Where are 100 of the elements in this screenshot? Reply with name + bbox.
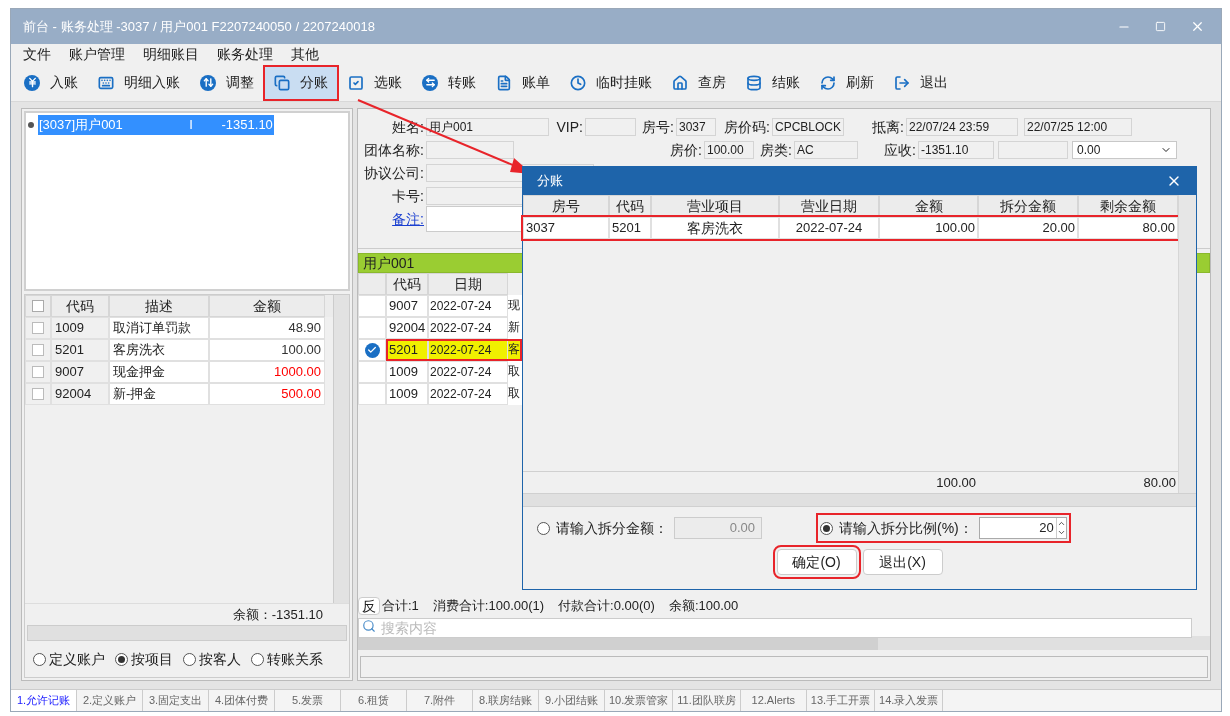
input-field[interactable]: 22/07/25 12:00: [1024, 118, 1132, 136]
yen-icon: [24, 74, 40, 91]
coins-icon: [746, 74, 762, 91]
checkbox[interactable]: [32, 322, 44, 334]
balance-text: 余额：-1351.10: [232, 605, 323, 624]
input-field[interactable]: AC: [794, 141, 858, 159]
clock-icon: [570, 74, 586, 91]
table-cell: 5201: [609, 217, 651, 239]
bottom-tab[interactable]: 1.允许记账: [11, 690, 77, 711]
radio-option[interactable]: 定义账户: [33, 648, 105, 670]
toolbar-button[interactable]: 入账: [15, 66, 87, 99]
bottom-tab[interactable]: 3.固定支出: [143, 690, 209, 711]
radio-button[interactable]: [183, 652, 196, 666]
bottom-tab[interactable]: 9.小团结账: [539, 690, 605, 711]
checkbox[interactable]: [32, 300, 44, 312]
scrollbar[interactable]: [27, 625, 347, 641]
menu-item[interactable]: 账务处理: [217, 43, 273, 65]
toolbar-button[interactable]: 调整: [191, 66, 263, 99]
table-cell: 80.00: [1078, 217, 1178, 239]
checkbox[interactable]: [32, 366, 44, 378]
bottom-tab[interactable]: 14.录入发票: [875, 690, 944, 711]
dropdown-field[interactable]: 0.00: [1072, 141, 1177, 159]
toolbar-button[interactable]: 选账: [339, 66, 411, 99]
table-cell: [358, 295, 386, 317]
table-cell: 取消订单罚款: [109, 317, 209, 339]
toolbar-button[interactable]: 退出: [885, 66, 957, 99]
toolbar-button[interactable]: 分账: [265, 66, 337, 99]
input-field[interactable]: -1351.10: [918, 141, 994, 159]
menu-item[interactable]: 文件: [23, 43, 51, 65]
scrollbar[interactable]: [1178, 195, 1196, 493]
table-cell: 现: [508, 295, 522, 317]
spinner-icon[interactable]: [1055, 518, 1066, 538]
toolbar-button[interactable]: 刷新: [811, 66, 883, 99]
menu-item[interactable]: 明细账目: [143, 43, 199, 65]
field-label: 团体名称:: [364, 140, 424, 160]
radio-option[interactable]: 转账关系: [251, 648, 323, 670]
input-field[interactable]: 用户001: [426, 118, 549, 136]
input-field[interactable]: [585, 118, 636, 136]
bottom-tab[interactable]: 12.Alerts: [740, 690, 807, 711]
bottom-tab[interactable]: 5.发票: [275, 690, 341, 711]
radio-button[interactable]: [33, 652, 46, 666]
split-row[interactable]: 3037 5201 客房洗衣 2022-07-24 100.00 20.00 80.00: [523, 217, 1178, 239]
folio-row[interactable]: 9007 2022-07-24 现: [358, 295, 522, 317]
bottom-tab[interactable]: 10.发票管家: [605, 690, 674, 711]
folio-row[interactable]: 1009 2022-07-24 取: [358, 361, 522, 383]
summary-text: 付款合计:0.00(0): [558, 597, 655, 616]
dialog-button[interactable]: 退出(X): [862, 549, 943, 575]
input-field[interactable]: 3037: [676, 118, 716, 136]
bottom-tab[interactable]: 11.团队联房: [673, 690, 741, 711]
radio-button[interactable]: [251, 652, 264, 666]
scrollbar[interactable]: [333, 295, 349, 603]
table-cell: 2022-07-24: [779, 217, 879, 239]
column-header[interactable]: 金额: [209, 295, 325, 317]
toolbar-button[interactable]: 账单: [487, 66, 559, 99]
table-cell: [358, 383, 386, 405]
input-field[interactable]: CPCBLOCK: [772, 118, 844, 136]
number-field[interactable]: 20: [978, 517, 1067, 539]
house-icon: [672, 74, 688, 91]
toolbar-button[interactable]: 明细入账: [89, 66, 189, 99]
input-field[interactable]: [998, 141, 1068, 159]
folio-row[interactable]: 92004 2022-07-24 新: [358, 317, 522, 339]
bottom-tab[interactable]: 6.租赁: [341, 690, 407, 711]
bottom-tab[interactable]: 2.定义账户: [77, 690, 143, 711]
menu-item[interactable]: 账户管理: [69, 43, 125, 65]
column-header[interactable]: 描述: [109, 295, 209, 317]
refresh-icon: [820, 74, 836, 91]
checkbox[interactable]: [32, 388, 44, 400]
column-header[interactable]: 代码: [386, 273, 428, 295]
input-field[interactable]: [426, 141, 514, 159]
radio-button[interactable]: [820, 521, 833, 535]
toolbar-button[interactable]: 转账: [413, 66, 485, 99]
radio-option[interactable]: 按客人: [183, 648, 241, 670]
summary-text: 消费合计:100.00(1): [432, 597, 545, 616]
radio-option[interactable]: 按项目: [115, 648, 173, 670]
table-cell: 92004: [51, 383, 109, 405]
input-field[interactable]: 22/07/24 23:59: [906, 118, 1018, 136]
bottom-tab[interactable]: 13.手工开票: [806, 690, 876, 711]
checkbox[interactable]: [32, 344, 44, 356]
bottom-tab[interactable]: 8.联房结账: [473, 690, 539, 711]
remark-link[interactable]: 备注:: [392, 208, 424, 230]
bottom-tab[interactable]: 7.附件: [407, 690, 473, 711]
menu-item[interactable]: 其他: [291, 43, 319, 65]
document-icon: [496, 74, 512, 91]
search-icon: [362, 619, 376, 633]
radio-button[interactable]: [115, 652, 128, 666]
folio-row[interactable]: 1009 2022-07-24 取: [358, 383, 522, 405]
toolbar-button[interactable]: 结账: [737, 66, 809, 99]
maximize-icon[interactable]: [1155, 21, 1166, 32]
reverse-button[interactable]: 反: [358, 597, 380, 615]
scrollbar[interactable]: [523, 493, 1196, 507]
table-cell: 2022-07-24: [428, 339, 508, 361]
column-header[interactable]: 日期: [428, 273, 508, 295]
search-field[interactable]: 搜索内容: [358, 618, 1192, 638]
bottom-tab[interactable]: 4.团体付费: [209, 690, 275, 711]
field-label: 卡号:: [392, 186, 424, 206]
folio-row[interactable]: 5201 2022-07-24 客: [358, 339, 522, 361]
toolbar-button[interactable]: 查房: [663, 66, 735, 99]
input-field[interactable]: 100.00: [704, 141, 754, 159]
column-header[interactable]: 代码: [51, 295, 109, 317]
toolbar-button[interactable]: 临时挂账: [561, 66, 661, 99]
